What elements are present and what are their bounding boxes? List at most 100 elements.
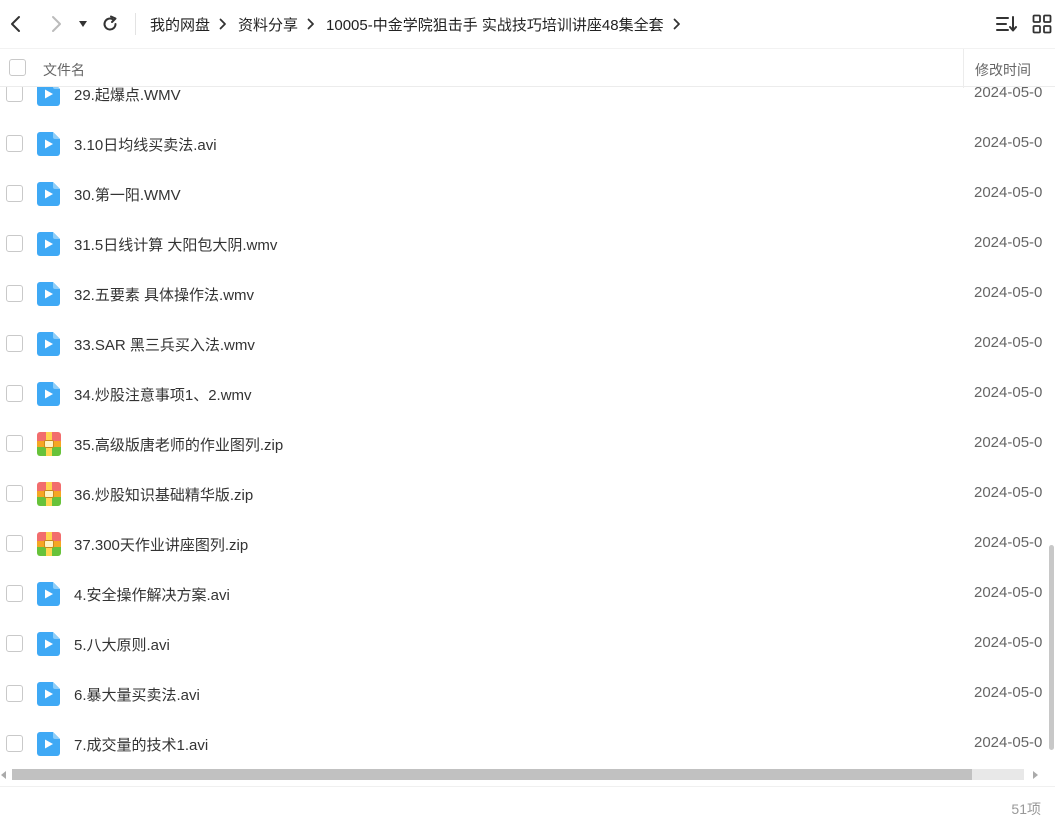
- file-name[interactable]: 34.炒股注意事项1、2.wmv: [74, 384, 252, 405]
- view-mode-button[interactable]: [1032, 14, 1052, 39]
- file-modified-time: 2024-05-0: [974, 434, 1043, 451]
- file-modified-time: 2024-05-0: [974, 284, 1043, 301]
- video-file-icon: [37, 282, 60, 306]
- file-modified-time: 2024-05-0: [974, 684, 1043, 701]
- chevron-right-icon: [307, 18, 315, 30]
- refresh-icon: [103, 15, 117, 31]
- scroll-right-arrow[interactable]: [1031, 769, 1039, 780]
- video-file-icon: [37, 682, 60, 706]
- file-row[interactable]: 30.第一阳.WMV 2024-05-0: [0, 169, 1055, 219]
- file-modified-time: 2024-05-0: [974, 534, 1043, 551]
- file-name[interactable]: 36.炒股知识基础精华版.zip: [74, 484, 253, 505]
- horizontal-scrollbar-thumb[interactable]: [12, 769, 972, 780]
- video-file-icon: [37, 332, 60, 356]
- status-bar: 51项: [0, 786, 1055, 827]
- file-row-checkbox[interactable]: [6, 735, 23, 752]
- file-name[interactable]: 31.5日线计算 大阳包大阴.wmv: [74, 234, 277, 255]
- file-modified-time: 2024-05-0: [974, 334, 1043, 351]
- file-row[interactable]: 34.炒股注意事项1、2.wmv 2024-05-0: [0, 369, 1055, 419]
- item-count: 51项: [1011, 801, 1041, 817]
- video-file-icon: [37, 732, 60, 756]
- list-header: 文件名 修改时间: [0, 48, 1055, 88]
- video-file-icon: [37, 632, 60, 656]
- file-row-checkbox[interactable]: [6, 635, 23, 652]
- file-name[interactable]: 4.安全操作解决方案.avi: [74, 584, 230, 605]
- file-row[interactable]: 29.起爆点.WMV 2024-05-0: [0, 87, 1055, 119]
- file-modified-time: 2024-05-0: [974, 134, 1043, 151]
- file-row-checkbox[interactable]: [6, 385, 23, 402]
- file-row[interactable]: 31.5日线计算 大阳包大阴.wmv 2024-05-0: [0, 219, 1055, 269]
- file-row[interactable]: 4.安全操作解决方案.avi 2024-05-0: [0, 569, 1055, 619]
- file-row-checkbox[interactable]: [6, 285, 23, 302]
- file-row[interactable]: 37.300天作业讲座图列.zip 2024-05-0: [0, 519, 1055, 569]
- file-modified-time: 2024-05-0: [974, 484, 1043, 501]
- file-row[interactable]: 36.炒股知识基础精华版.zip 2024-05-0: [0, 469, 1055, 519]
- file-row-checkbox[interactable]: [6, 685, 23, 702]
- file-name[interactable]: 35.高级版唐老师的作业图列.zip: [74, 434, 283, 455]
- back-button[interactable]: [4, 12, 28, 36]
- file-row-checkbox[interactable]: [6, 135, 23, 152]
- sort-button[interactable]: [996, 14, 1018, 39]
- zip-archive-icon: [37, 532, 61, 556]
- file-name[interactable]: 3.10日均线买卖法.avi: [74, 134, 217, 155]
- file-name[interactable]: 30.第一阳.WMV: [74, 184, 181, 205]
- file-row[interactable]: 3.10日均线买卖法.avi 2024-05-0: [0, 119, 1055, 169]
- file-row-checkbox[interactable]: [6, 435, 23, 452]
- chevron-right-icon: [52, 16, 61, 32]
- file-row-checkbox[interactable]: [6, 335, 23, 352]
- select-all-checkbox[interactable]: [9, 59, 26, 76]
- file-row-checkbox[interactable]: [6, 485, 23, 502]
- file-row[interactable]: 32.五要素 具体操作法.wmv 2024-05-0: [0, 269, 1055, 319]
- file-name[interactable]: 6.暴大量买卖法.avi: [74, 684, 200, 705]
- file-modified-time: 2024-05-0: [974, 234, 1043, 251]
- file-modified-time: 2024-05-0: [974, 384, 1043, 401]
- file-name[interactable]: 37.300天作业讲座图列.zip: [74, 534, 248, 555]
- file-row[interactable]: 7.成交量的技术1.avi 2024-05-0: [0, 719, 1055, 767]
- column-header-name[interactable]: 文件名: [43, 60, 85, 80]
- file-name[interactable]: 33.SAR 黑三兵买入法.wmv: [74, 334, 255, 355]
- file-row-checkbox[interactable]: [6, 185, 23, 202]
- file-name[interactable]: 5.八大原则.avi: [74, 634, 170, 655]
- forward-button[interactable]: [44, 12, 68, 36]
- refresh-button[interactable]: [98, 12, 122, 36]
- column-header-modified-time[interactable]: 修改时间: [975, 60, 1031, 80]
- file-row-checkbox[interactable]: [6, 87, 23, 102]
- toolbar-divider: [135, 13, 136, 35]
- sort-list-icon: [996, 16, 1017, 32]
- file-name[interactable]: 7.成交量的技术1.avi: [74, 734, 208, 755]
- file-modified-time: 2024-05-0: [974, 634, 1043, 651]
- file-row-checkbox[interactable]: [6, 235, 23, 252]
- file-row[interactable]: 5.八大原则.avi 2024-05-0: [0, 619, 1055, 669]
- video-file-icon: [37, 232, 60, 256]
- caret-down-icon: [79, 21, 87, 27]
- file-modified-time: 2024-05-0: [974, 184, 1043, 201]
- video-file-icon: [37, 382, 60, 406]
- scroll-left-arrow[interactable]: [0, 769, 8, 780]
- file-row[interactable]: 35.高级版唐老师的作业图列.zip 2024-05-0: [0, 419, 1055, 469]
- vertical-scrollbar-thumb[interactable]: [1049, 545, 1054, 750]
- zip-archive-icon: [37, 432, 61, 456]
- video-file-icon: [37, 87, 60, 106]
- file-list: 29.起爆点.WMV 2024-05-0 3.10日均线买卖法.avi 2024-05…: [0, 87, 1055, 767]
- file-modified-time: 2024-05-0: [974, 584, 1043, 601]
- breadcrumb-item-current-folder[interactable]: 10005-中金学院狙击手 实战技巧培训讲座48集全套: [326, 14, 664, 35]
- file-row-checkbox[interactable]: [6, 585, 23, 602]
- file-row-checkbox[interactable]: [6, 535, 23, 552]
- video-file-icon: [37, 182, 60, 206]
- chevron-left-icon: [11, 16, 20, 32]
- file-name[interactable]: 32.五要素 具体操作法.wmv: [74, 284, 254, 305]
- file-modified-time: 2024-05-0: [974, 87, 1043, 101]
- video-file-icon: [37, 582, 60, 606]
- file-name[interactable]: 29.起爆点.WMV: [74, 87, 181, 105]
- file-row[interactable]: 6.暴大量买卖法.avi 2024-05-0: [0, 669, 1055, 719]
- history-dropdown-button[interactable]: [73, 12, 93, 36]
- file-row[interactable]: 33.SAR 黑三兵买入法.wmv 2024-05-0: [0, 319, 1055, 369]
- chevron-right-icon: [219, 18, 227, 30]
- breadcrumb: 我的网盘 资料分享 10005-中金学院狙击手 实战技巧培训讲座48集全套: [150, 13, 692, 35]
- breadcrumb-item-shared[interactable]: 资料分享: [238, 14, 298, 35]
- chevron-right-icon[interactable]: [673, 18, 681, 30]
- breadcrumb-item-my-drive[interactable]: 我的网盘: [150, 14, 210, 35]
- video-file-icon: [37, 132, 60, 156]
- column-resize-handle[interactable]: [963, 49, 964, 88]
- zip-archive-icon: [37, 482, 61, 506]
